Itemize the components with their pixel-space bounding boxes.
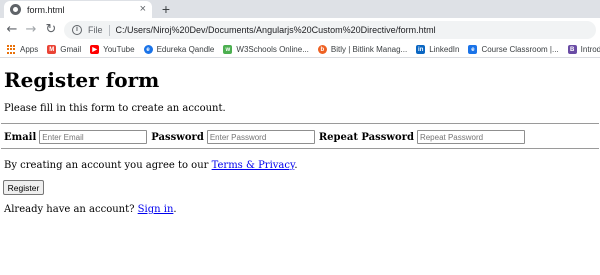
divider-top <box>1 123 599 124</box>
bookmarks-bar: Apps M Gmail ▶ YouTube e Edureka Qandle … <box>0 42 600 58</box>
terms-period: . <box>294 160 298 171</box>
terms-link[interactable]: Terms & Privacy <box>212 160 295 171</box>
bookmark-youtube[interactable]: ▶ YouTube <box>90 45 135 54</box>
tab-title: form.html <box>27 4 65 15</box>
bookmark-label: Bitly | Bitlink Manag... <box>330 45 408 54</box>
bookmark-gmail[interactable]: M Gmail <box>47 45 81 54</box>
bookmark-label: Course Classroom |... <box>481 45 559 54</box>
linkedin-icon: in <box>416 45 426 54</box>
bookmark-label: W3Schools Online... <box>236 45 309 54</box>
course-icon: e <box>468 45 478 54</box>
reload-icon[interactable]: ↻ <box>44 22 58 38</box>
tab-strip: form.html × + <box>0 0 600 18</box>
bookmark-label: Introd <box>580 45 600 54</box>
info-icon[interactable]: i <box>72 25 82 35</box>
url-text[interactable]: C:/Users/Niroj%20Dev/Documents/Angularjs… <box>116 25 436 35</box>
back-arrow-icon[interactable]: ← <box>5 22 19 38</box>
w3schools-icon: w <box>223 45 233 54</box>
password-label: Password <box>151 131 204 143</box>
password-field[interactable] <box>206 130 315 144</box>
omnibox-divider <box>108 24 110 36</box>
new-tab-button[interactable]: + <box>159 1 173 17</box>
page-content: Register form Please fill in this form t… <box>0 59 600 275</box>
register-form-fields: Email Password Repeat Password <box>4 130 529 144</box>
youtube-icon: ▶ <box>90 45 100 54</box>
bookmark-label: Edureka Qandle <box>156 45 215 54</box>
bookmark-linkedin[interactable]: in LinkedIn <box>416 45 459 54</box>
email-label: Email <box>4 131 37 143</box>
repeat-password-field[interactable] <box>416 130 525 144</box>
file-scheme-label: File <box>88 25 103 35</box>
bookmark-label: Gmail <box>60 45 82 54</box>
intro-text: Please fill in this form to create an ac… <box>4 103 226 114</box>
globe-icon <box>10 4 21 15</box>
edureka-icon: e <box>143 45 153 54</box>
terms-notice: By creating an account you agree to our … <box>4 160 298 171</box>
bitly-icon: b <box>317 45 327 54</box>
close-icon[interactable]: × <box>140 3 146 16</box>
signin-link[interactable]: Sign in <box>138 204 174 215</box>
repeat-password-label: Repeat Password <box>318 131 414 143</box>
bookmark-edureka[interactable]: e Edureka Qandle <box>143 45 215 54</box>
bookmark-label: Apps <box>20 45 39 54</box>
bookmark-label: YouTube <box>103 45 135 54</box>
divider-bottom <box>1 148 599 149</box>
bookmark-introd[interactable]: B Introd <box>567 45 600 54</box>
address-bar[interactable]: i File C:/Users/Niroj%20Dev/Documents/An… <box>64 21 596 39</box>
signin-period: . <box>173 204 177 215</box>
forward-arrow-icon[interactable]: → <box>24 22 38 38</box>
terms-text: By creating an account you agree to our <box>4 160 212 171</box>
signin-notice: Already have an account? Sign in. <box>4 204 177 215</box>
bookmark-apps[interactable]: Apps <box>7 45 38 54</box>
gmail-icon: M <box>47 45 57 54</box>
bookmark-w3schools[interactable]: w W3Schools Online... <box>223 45 309 54</box>
browser-toolbar: ← → ↻ i File C:/Users/Niroj%20Dev/Docume… <box>0 18 600 42</box>
apps-grid-icon <box>7 45 16 54</box>
register-button[interactable]: Register <box>3 180 44 195</box>
bookmark-course[interactable]: e Course Classroom |... <box>468 45 559 54</box>
introd-icon: B <box>567 45 577 54</box>
page-title: Register form <box>4 68 160 92</box>
bookmark-label: LinkedIn <box>429 45 460 54</box>
bookmark-bitly[interactable]: b Bitly | Bitlink Manag... <box>317 45 408 54</box>
signin-text: Already have an account? <box>4 204 138 215</box>
browser-tab[interactable]: form.html × <box>4 1 152 18</box>
email-field[interactable] <box>39 130 148 144</box>
